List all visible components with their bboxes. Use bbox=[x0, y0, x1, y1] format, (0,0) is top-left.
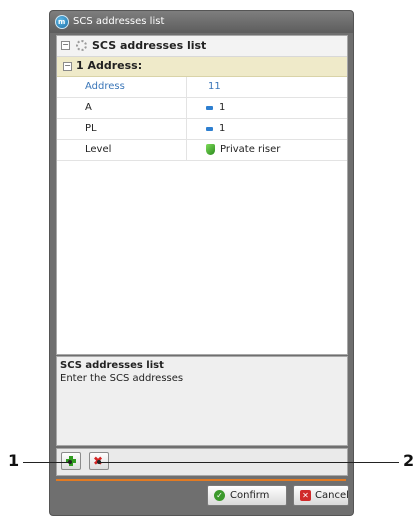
category-row[interactable]: − 1 Address: bbox=[57, 57, 347, 77]
title-bar: m SCS addresses list bbox=[50, 11, 353, 33]
callout-1-leader bbox=[23, 462, 70, 463]
callout-1-number: 1 bbox=[8, 451, 20, 470]
property-row-pl[interactable]: PL 1 bbox=[57, 119, 347, 140]
property-row-a[interactable]: A 1 bbox=[57, 98, 347, 119]
number-icon bbox=[206, 106, 213, 110]
scs-addresses-dialog: m SCS addresses list − SCS addresses lis… bbox=[49, 10, 354, 516]
cancel-icon: ✕ bbox=[300, 490, 311, 501]
callout-2-leader bbox=[99, 462, 399, 463]
property-value: 1 bbox=[219, 123, 226, 134]
callout-2-number: 2 bbox=[403, 451, 415, 470]
callout-2-dot bbox=[97, 460, 101, 464]
property-name-cell: PL bbox=[57, 119, 187, 139]
property-name-cell: Address bbox=[57, 77, 187, 97]
confirm-label: Confirm bbox=[230, 490, 270, 501]
property-name-cell: A bbox=[57, 98, 187, 118]
property-value: 11 bbox=[208, 81, 221, 92]
property-name: A bbox=[85, 102, 92, 113]
cancel-label: Cancel bbox=[315, 490, 349, 501]
number-icon bbox=[206, 127, 213, 131]
accent-divider bbox=[56, 479, 346, 481]
description-text: Enter the SCS addresses bbox=[60, 373, 184, 384]
property-value: 1 bbox=[219, 102, 226, 113]
confirm-button[interactable]: ✓ Confirm bbox=[207, 485, 287, 506]
property-name: PL bbox=[85, 123, 97, 134]
riser-icon bbox=[206, 144, 215, 155]
collapse-category-icon[interactable]: − bbox=[63, 62, 72, 71]
description-panel: SCS addresses list Enter the SCS address… bbox=[56, 356, 348, 446]
property-row-level[interactable]: Level Private riser bbox=[57, 140, 347, 161]
root-node-label: SCS addresses list bbox=[92, 39, 207, 52]
root-node-row[interactable]: − SCS addresses list bbox=[57, 36, 347, 57]
property-name-cell: Level bbox=[57, 140, 187, 160]
cancel-button[interactable]: ✕ Cancel bbox=[293, 485, 349, 506]
category-label: 1 Address: bbox=[76, 59, 143, 72]
app-logo-icon: m bbox=[55, 15, 69, 29]
collapse-root-icon[interactable]: − bbox=[61, 41, 70, 50]
property-name: Address bbox=[85, 81, 125, 92]
window-title: SCS addresses list bbox=[73, 16, 165, 27]
gear-icon bbox=[76, 40, 87, 51]
callout-1-dot bbox=[68, 460, 72, 464]
property-row-address[interactable]: Address 11 bbox=[57, 77, 347, 98]
property-grid[interactable]: − SCS addresses list − 1 Address: Addres… bbox=[56, 35, 348, 355]
property-name: Level bbox=[85, 144, 112, 155]
description-title: SCS addresses list bbox=[60, 360, 164, 371]
check-icon: ✓ bbox=[214, 490, 225, 501]
property-value: Private riser bbox=[220, 144, 281, 155]
